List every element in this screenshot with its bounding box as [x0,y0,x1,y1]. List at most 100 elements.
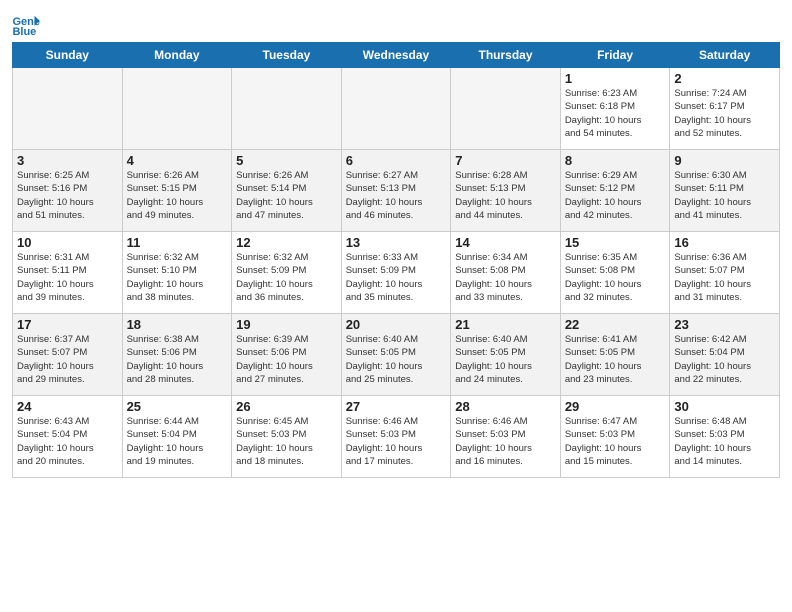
day-info: Sunrise: 6:47 AMSunset: 5:03 PMDaylight:… [565,415,666,468]
day-number: 28 [455,399,556,414]
day-info: Sunrise: 6:39 AMSunset: 5:06 PMDaylight:… [236,333,337,386]
day-number: 23 [674,317,775,332]
week-row-1: 1Sunrise: 6:23 AMSunset: 6:18 PMDaylight… [13,68,780,150]
day-info: Sunrise: 6:26 AMSunset: 5:14 PMDaylight:… [236,169,337,222]
day-number: 5 [236,153,337,168]
day-cell: 18Sunrise: 6:38 AMSunset: 5:06 PMDayligh… [122,314,232,396]
header: General Blue [12,10,780,36]
day-cell: 30Sunrise: 6:48 AMSunset: 5:03 PMDayligh… [670,396,780,478]
week-row-2: 3Sunrise: 6:25 AMSunset: 5:16 PMDaylight… [13,150,780,232]
day-cell: 2Sunrise: 7:24 AMSunset: 6:17 PMDaylight… [670,68,780,150]
header-row: SundayMondayTuesdayWednesdayThursdayFrid… [13,43,780,68]
day-info: Sunrise: 6:25 AMSunset: 5:16 PMDaylight:… [17,169,118,222]
week-row-4: 17Sunrise: 6:37 AMSunset: 5:07 PMDayligh… [13,314,780,396]
day-header-sunday: Sunday [13,43,123,68]
day-cell: 10Sunrise: 6:31 AMSunset: 5:11 PMDayligh… [13,232,123,314]
day-cell: 23Sunrise: 6:42 AMSunset: 5:04 PMDayligh… [670,314,780,396]
day-cell: 7Sunrise: 6:28 AMSunset: 5:13 PMDaylight… [451,150,561,232]
day-number: 9 [674,153,775,168]
day-cell: 8Sunrise: 6:29 AMSunset: 5:12 PMDaylight… [560,150,670,232]
day-number: 20 [346,317,447,332]
day-info: Sunrise: 6:26 AMSunset: 5:15 PMDaylight:… [127,169,228,222]
day-cell: 15Sunrise: 6:35 AMSunset: 5:08 PMDayligh… [560,232,670,314]
day-header-wednesday: Wednesday [341,43,451,68]
day-header-thursday: Thursday [451,43,561,68]
day-number: 30 [674,399,775,414]
day-cell [122,68,232,150]
day-number: 6 [346,153,447,168]
day-cell: 17Sunrise: 6:37 AMSunset: 5:07 PMDayligh… [13,314,123,396]
day-number: 19 [236,317,337,332]
day-info: Sunrise: 6:27 AMSunset: 5:13 PMDaylight:… [346,169,447,222]
day-cell: 24Sunrise: 6:43 AMSunset: 5:04 PMDayligh… [13,396,123,478]
day-cell: 14Sunrise: 6:34 AMSunset: 5:08 PMDayligh… [451,232,561,314]
day-info: Sunrise: 6:32 AMSunset: 5:10 PMDaylight:… [127,251,228,304]
day-info: Sunrise: 6:45 AMSunset: 5:03 PMDaylight:… [236,415,337,468]
day-info: Sunrise: 6:33 AMSunset: 5:09 PMDaylight:… [346,251,447,304]
day-cell: 26Sunrise: 6:45 AMSunset: 5:03 PMDayligh… [232,396,342,478]
day-info: Sunrise: 6:32 AMSunset: 5:09 PMDaylight:… [236,251,337,304]
day-info: Sunrise: 6:41 AMSunset: 5:05 PMDaylight:… [565,333,666,386]
day-cell: 3Sunrise: 6:25 AMSunset: 5:16 PMDaylight… [13,150,123,232]
day-info: Sunrise: 6:37 AMSunset: 5:07 PMDaylight:… [17,333,118,386]
logo-icon: General Blue [12,14,40,36]
day-info: Sunrise: 6:31 AMSunset: 5:11 PMDaylight:… [17,251,118,304]
day-cell [451,68,561,150]
day-number: 21 [455,317,556,332]
calendar-container: General Blue SundayMondayTuesdayWednesda… [0,0,792,486]
day-number: 7 [455,153,556,168]
day-cell: 5Sunrise: 6:26 AMSunset: 5:14 PMDaylight… [232,150,342,232]
day-info: Sunrise: 6:46 AMSunset: 5:03 PMDaylight:… [346,415,447,468]
day-number: 18 [127,317,228,332]
day-cell: 22Sunrise: 6:41 AMSunset: 5:05 PMDayligh… [560,314,670,396]
day-number: 24 [17,399,118,414]
day-info: Sunrise: 6:48 AMSunset: 5:03 PMDaylight:… [674,415,775,468]
day-number: 2 [674,71,775,86]
day-info: Sunrise: 6:43 AMSunset: 5:04 PMDaylight:… [17,415,118,468]
day-cell: 4Sunrise: 6:26 AMSunset: 5:15 PMDaylight… [122,150,232,232]
day-number: 8 [565,153,666,168]
calendar-table: SundayMondayTuesdayWednesdayThursdayFrid… [12,42,780,478]
day-header-monday: Monday [122,43,232,68]
day-info: Sunrise: 6:35 AMSunset: 5:08 PMDaylight:… [565,251,666,304]
day-cell: 16Sunrise: 6:36 AMSunset: 5:07 PMDayligh… [670,232,780,314]
day-cell: 9Sunrise: 6:30 AMSunset: 5:11 PMDaylight… [670,150,780,232]
day-info: Sunrise: 6:40 AMSunset: 5:05 PMDaylight:… [455,333,556,386]
day-number: 26 [236,399,337,414]
day-cell: 1Sunrise: 6:23 AMSunset: 6:18 PMDaylight… [560,68,670,150]
day-cell: 20Sunrise: 6:40 AMSunset: 5:05 PMDayligh… [341,314,451,396]
day-cell: 19Sunrise: 6:39 AMSunset: 5:06 PMDayligh… [232,314,342,396]
day-info: Sunrise: 7:24 AMSunset: 6:17 PMDaylight:… [674,87,775,140]
day-number: 14 [455,235,556,250]
day-number: 3 [17,153,118,168]
day-info: Sunrise: 6:40 AMSunset: 5:05 PMDaylight:… [346,333,447,386]
day-number: 17 [17,317,118,332]
day-cell [232,68,342,150]
day-number: 4 [127,153,228,168]
day-info: Sunrise: 6:28 AMSunset: 5:13 PMDaylight:… [455,169,556,222]
day-info: Sunrise: 6:29 AMSunset: 5:12 PMDaylight:… [565,169,666,222]
day-cell: 28Sunrise: 6:46 AMSunset: 5:03 PMDayligh… [451,396,561,478]
day-header-friday: Friday [560,43,670,68]
day-info: Sunrise: 6:46 AMSunset: 5:03 PMDaylight:… [455,415,556,468]
day-number: 22 [565,317,666,332]
day-info: Sunrise: 6:38 AMSunset: 5:06 PMDaylight:… [127,333,228,386]
day-info: Sunrise: 6:34 AMSunset: 5:08 PMDaylight:… [455,251,556,304]
week-row-5: 24Sunrise: 6:43 AMSunset: 5:04 PMDayligh… [13,396,780,478]
day-cell: 21Sunrise: 6:40 AMSunset: 5:05 PMDayligh… [451,314,561,396]
day-header-tuesday: Tuesday [232,43,342,68]
day-info: Sunrise: 6:36 AMSunset: 5:07 PMDaylight:… [674,251,775,304]
day-number: 13 [346,235,447,250]
day-info: Sunrise: 6:44 AMSunset: 5:04 PMDaylight:… [127,415,228,468]
day-number: 1 [565,71,666,86]
day-header-saturday: Saturday [670,43,780,68]
day-cell: 6Sunrise: 6:27 AMSunset: 5:13 PMDaylight… [341,150,451,232]
day-number: 16 [674,235,775,250]
day-info: Sunrise: 6:30 AMSunset: 5:11 PMDaylight:… [674,169,775,222]
day-cell [341,68,451,150]
day-cell: 12Sunrise: 6:32 AMSunset: 5:09 PMDayligh… [232,232,342,314]
day-number: 12 [236,235,337,250]
day-number: 15 [565,235,666,250]
logo: General Blue [12,14,44,36]
day-number: 25 [127,399,228,414]
